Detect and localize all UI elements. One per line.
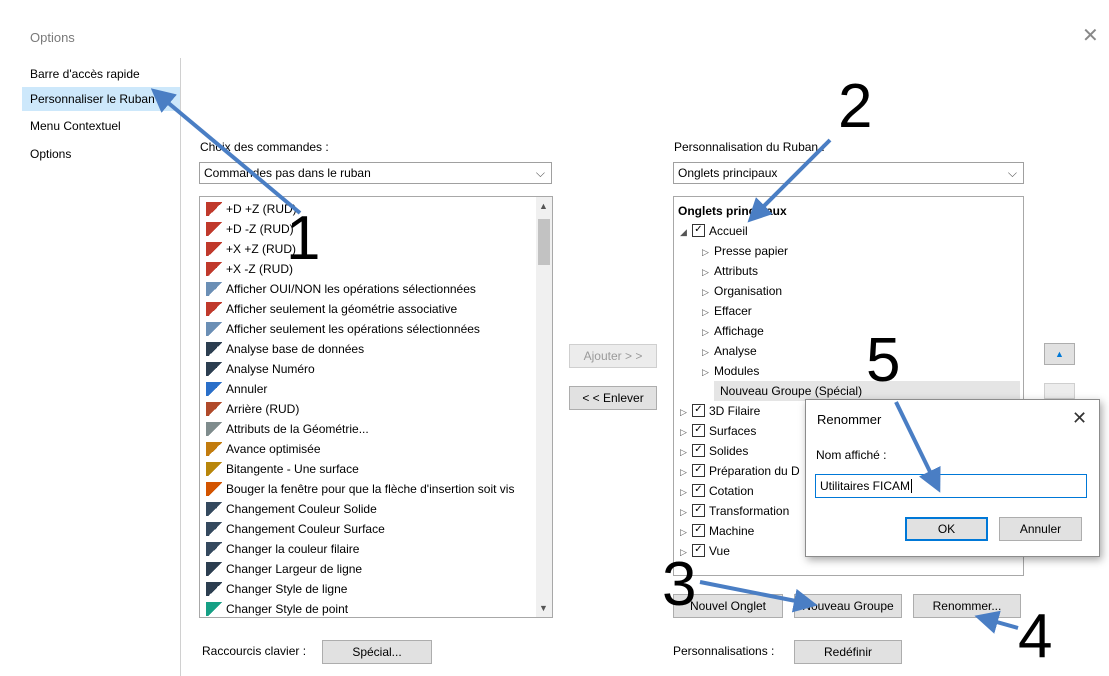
- arrow-5: [894, 401, 941, 493]
- annotation-5: 5: [866, 326, 901, 395]
- annotation-2: 2: [838, 72, 873, 141]
- annotation-arrows: [150, 88, 1019, 634]
- annotation-3: 3: [662, 550, 697, 619]
- arrow-1: [150, 88, 302, 215]
- arrow-4: [974, 610, 1019, 634]
- arrow-3: [699, 580, 818, 613]
- arrow-2: [747, 138, 832, 223]
- annotation-4: 4: [1018, 602, 1053, 671]
- annotation-1: 1: [286, 204, 321, 273]
